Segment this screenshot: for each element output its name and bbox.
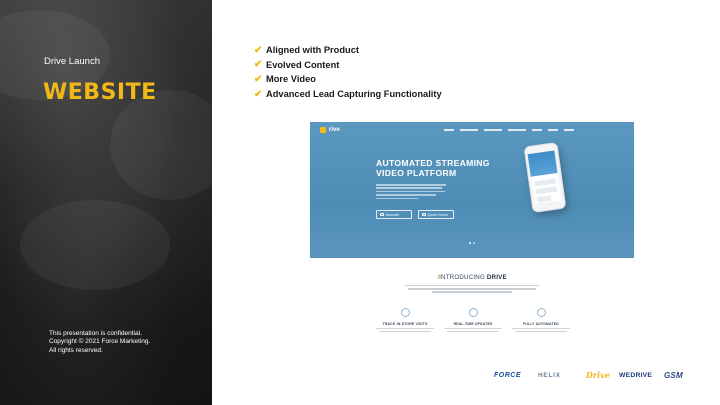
- location-icon: [400, 308, 410, 317]
- force-logo: FORCE: [494, 372, 521, 379]
- feature-bullet-list: ✔ Aligned with Product ✔ Evolved Content ✔…: [254, 43, 442, 101]
- gear-icon: [536, 308, 546, 317]
- bullet-item: ✔ Advanced Lead Capturing Functionality: [254, 87, 442, 102]
- intro-paragraph: [405, 285, 539, 295]
- nav-link: [564, 129, 574, 131]
- copyright-line: Copyright © 2021 Force Marketing.: [49, 338, 151, 346]
- bullet-text: More Video: [266, 74, 316, 85]
- feature-item: FULLY AUTOMATED: [506, 308, 576, 333]
- left-panel: Drive Launch WEBSITE This presentation i…: [0, 0, 212, 405]
- bullet-item: ✔ Evolved Content: [254, 58, 442, 73]
- play-icon: [380, 212, 384, 217]
- bullet-item: ✔ More Video: [254, 72, 442, 87]
- quote-demo-label: Quote Demo: [427, 212, 448, 217]
- discover-label: Discover: [385, 212, 400, 217]
- site-headline: AUTOMATED STREAMING VIDEO PLATFORM: [376, 158, 490, 179]
- site-logo: rive: [320, 127, 340, 133]
- feature-title: FULLY AUTOMATED: [523, 322, 559, 326]
- feature-title: TRACK IN-STORE VISITS: [382, 322, 428, 326]
- wedrive-logo: WEDRIVE: [619, 372, 653, 379]
- refresh-icon: [468, 308, 478, 317]
- slider-dots: [469, 242, 475, 244]
- feature-item: TRACK IN-STORE VISITS: [370, 308, 440, 333]
- phone-screen: [527, 150, 562, 204]
- nav-link: [460, 129, 478, 131]
- bullet-text: Aligned with Product: [266, 45, 359, 56]
- helix-logo: HELIX: [538, 372, 561, 379]
- bullet-item: ✔ Aligned with Product: [254, 43, 442, 58]
- feature-title: REAL-TIME UPDATES: [453, 322, 493, 326]
- drive-logo: Drive: [586, 370, 610, 380]
- site-nav-bar: rive: [310, 122, 634, 140]
- hero-paragraph: [376, 184, 446, 201]
- intro-heading: /INTRODUCING DRIVE: [437, 274, 507, 281]
- checkmark-icon: ✔: [254, 44, 263, 56]
- feature-columns: TRACK IN-STORE VISITS REAL-TIME UPDATES …: [370, 308, 576, 348]
- nav-link: [444, 129, 454, 131]
- bullet-text: Advanced Lead Capturing Functionality: [266, 89, 442, 100]
- checkmark-icon: ✔: [254, 59, 263, 71]
- slider-dot: [473, 242, 475, 244]
- quote-demo-button: Quote Demo: [418, 210, 454, 219]
- checkmark-icon: ✔: [254, 73, 263, 85]
- bullet-text: Evolved Content: [266, 59, 340, 70]
- website-hero-screenshot: rive AUTOMATED STREAMING VIDEO PLATFORM …: [310, 122, 634, 258]
- nav-link: [484, 129, 502, 131]
- hero-buttons: Discover Quote Demo: [376, 210, 454, 219]
- nav-link: [548, 129, 558, 131]
- phone-mockup: [523, 141, 567, 214]
- monitor-icon: [422, 212, 426, 217]
- checkmark-icon: ✔: [254, 88, 263, 100]
- gsm-logo: GSM: [664, 371, 683, 380]
- site-logo-word: rive: [329, 127, 340, 133]
- slide-title: WEBSITE: [43, 80, 157, 105]
- site-nav-links: [444, 129, 574, 131]
- nav-link: [508, 129, 526, 131]
- confidential-notice: This presentation is confidential. Copyr…: [49, 330, 199, 355]
- rights-line: All rights reserved.: [49, 346, 103, 354]
- section-kicker: Drive Launch: [44, 56, 100, 67]
- feature-item: REAL-TIME UPDATES: [438, 308, 508, 333]
- drive-logo-icon: [320, 127, 326, 133]
- nav-link: [532, 129, 542, 131]
- discover-button: Discover: [376, 210, 412, 219]
- background-photo-shape: [20, 200, 170, 290]
- slider-dot: [469, 242, 471, 244]
- intro-prefix: INTRODUCING: [439, 274, 485, 281]
- intro-brand: DRIVE: [486, 274, 507, 281]
- headline-line: VIDEO PLATFORM: [376, 167, 457, 178]
- background-photo-shape: [110, 90, 212, 200]
